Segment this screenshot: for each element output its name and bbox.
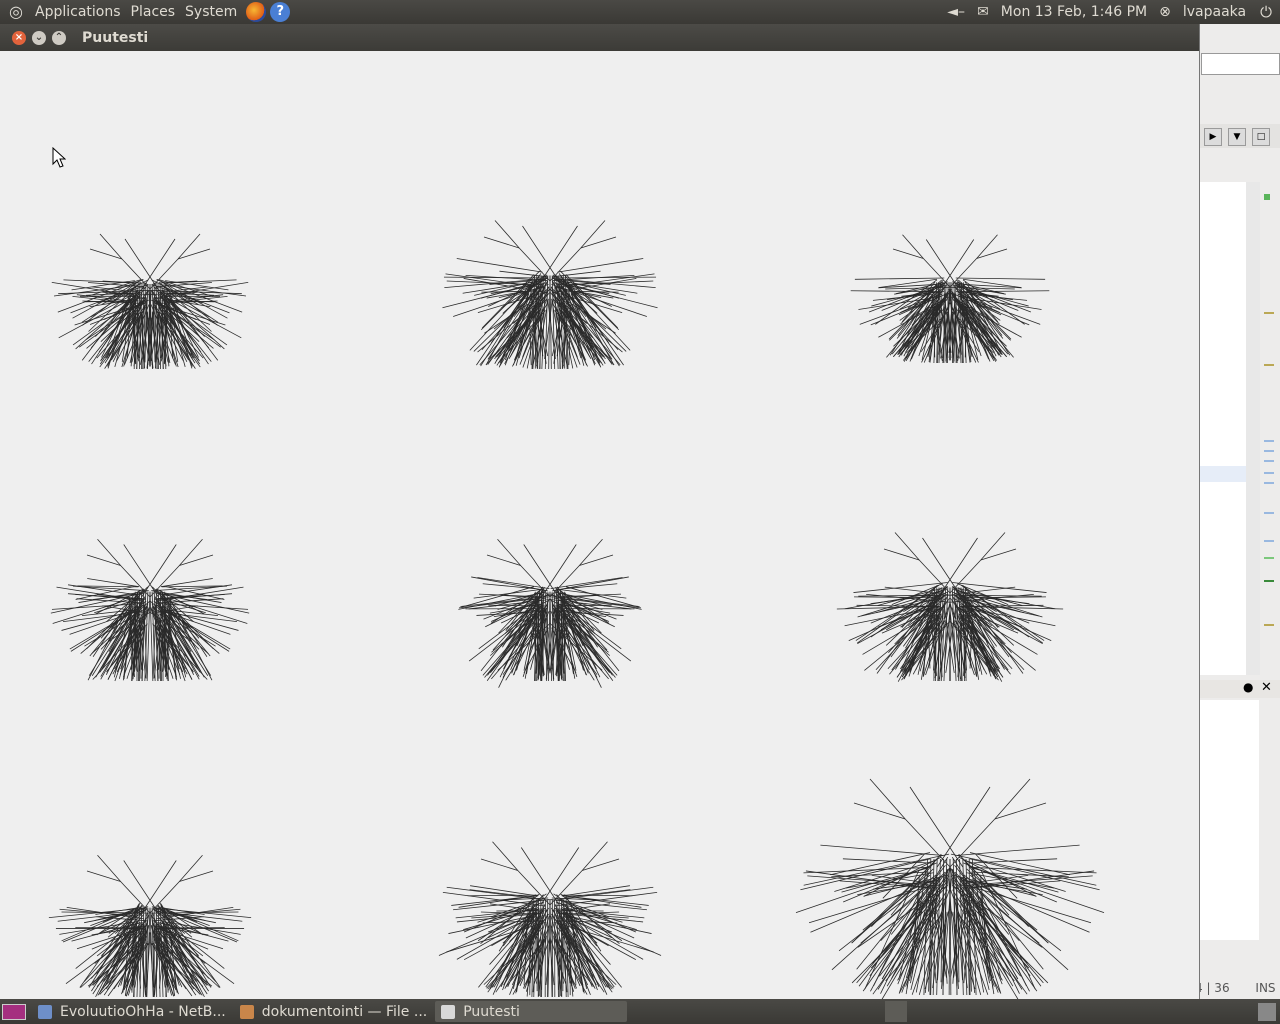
- clock[interactable]: Mon 13 Feb, 1:46 PM: [995, 0, 1153, 24]
- task-label: dokumentointi — File ...: [261, 1003, 428, 1020]
- menu-system[interactable]: System: [180, 0, 242, 24]
- java-tray-icon[interactable]: [884, 1001, 907, 1022]
- ide-output-panel[interactable]: [1199, 700, 1259, 940]
- minimize-window-icon[interactable]: ⌄: [32, 30, 46, 45]
- volume-icon[interactable]: ◄–: [941, 0, 971, 24]
- menu-applications[interactable]: Applications: [30, 0, 126, 24]
- power-icon[interactable]: ⏻: [1252, 0, 1280, 24]
- ide-maximize-icon[interactable]: □: [1252, 128, 1270, 146]
- folder-icon: [239, 1004, 254, 1019]
- ide-dropdown-icon[interactable]: ▼: [1228, 128, 1246, 146]
- ide-insert-mode: INS: [1255, 981, 1276, 995]
- tree-figure: [442, 220, 658, 370]
- window-titlebar[interactable]: × ⌄ ⌃ Puutesti: [0, 24, 1199, 51]
- user-name[interactable]: lvapaaka: [1177, 0, 1252, 24]
- task-label: EvoluutioOhHa - NetB...: [60, 1003, 226, 1020]
- tree-figure: [48, 854, 252, 998]
- tree-figure: [51, 233, 249, 370]
- ide-current-line: [1199, 466, 1246, 482]
- tree-figure: [836, 532, 1064, 682]
- tree-figure: [795, 778, 1105, 1000]
- mouse-cursor-icon: [52, 147, 66, 168]
- tree-canvas[interactable]: [0, 51, 1199, 1000]
- java-icon: [441, 1004, 456, 1019]
- ide-play-icon[interactable]: ▶: [1204, 128, 1222, 146]
- ide-caret-position: 4 | 36: [1195, 981, 1230, 995]
- tree-figure: [850, 234, 1050, 364]
- ide-status-bar: 4 | 36 INS: [1195, 978, 1280, 998]
- netbeans-icon: [38, 1004, 52, 1019]
- menu-places[interactable]: Places: [126, 0, 181, 24]
- top-panel: ◎ Applications Places System ? ◄– ✉ Mon …: [0, 0, 1280, 24]
- maximize-window-icon[interactable]: ⌃: [52, 30, 66, 45]
- trees-drawing: [48, 220, 1105, 1000]
- firefox-icon[interactable]: [246, 2, 267, 22]
- puutesti-window: × ⌄ ⌃ Puutesti: [0, 24, 1200, 1000]
- bottom-panel: EvoluutioOhHa - NetB... dokumentointi — …: [0, 999, 1280, 1024]
- ide-error-stripe: [1260, 182, 1280, 675]
- ide-editor[interactable]: [1199, 182, 1246, 675]
- tree-figure: [438, 841, 662, 998]
- ide-output-close-icon[interactable]: ✕: [1261, 680, 1272, 695]
- mail-icon[interactable]: ✉: [971, 0, 995, 24]
- ide-search-input[interactable]: [1201, 53, 1280, 75]
- tree-figure: [50, 538, 250, 682]
- task-label: Puutesti: [463, 1003, 520, 1020]
- ide-scrollbar[interactable]: [1246, 182, 1260, 675]
- window-title: Puutesti: [82, 29, 149, 46]
- show-desktop-icon[interactable]: [2, 1003, 26, 1020]
- user-status-icon[interactable]: ⊗: [1153, 0, 1177, 24]
- task-file-browser[interactable]: dokumentointi — File ...: [234, 1001, 433, 1022]
- ide-output-tabbar: ● ✕: [1199, 680, 1280, 698]
- trash-icon[interactable]: [1258, 1002, 1276, 1021]
- help-icon[interactable]: ?: [270, 2, 291, 22]
- tree-figure: [458, 538, 642, 688]
- ubuntu-logo-icon[interactable]: ◎: [6, 2, 26, 22]
- ide-output-pin-icon[interactable]: ●: [1243, 680, 1253, 694]
- close-window-icon[interactable]: ×: [12, 30, 26, 45]
- task-puutesti[interactable]: Puutesti: [435, 1001, 628, 1022]
- task-netbeans[interactable]: EvoluutioOhHa - NetB...: [32, 1001, 232, 1022]
